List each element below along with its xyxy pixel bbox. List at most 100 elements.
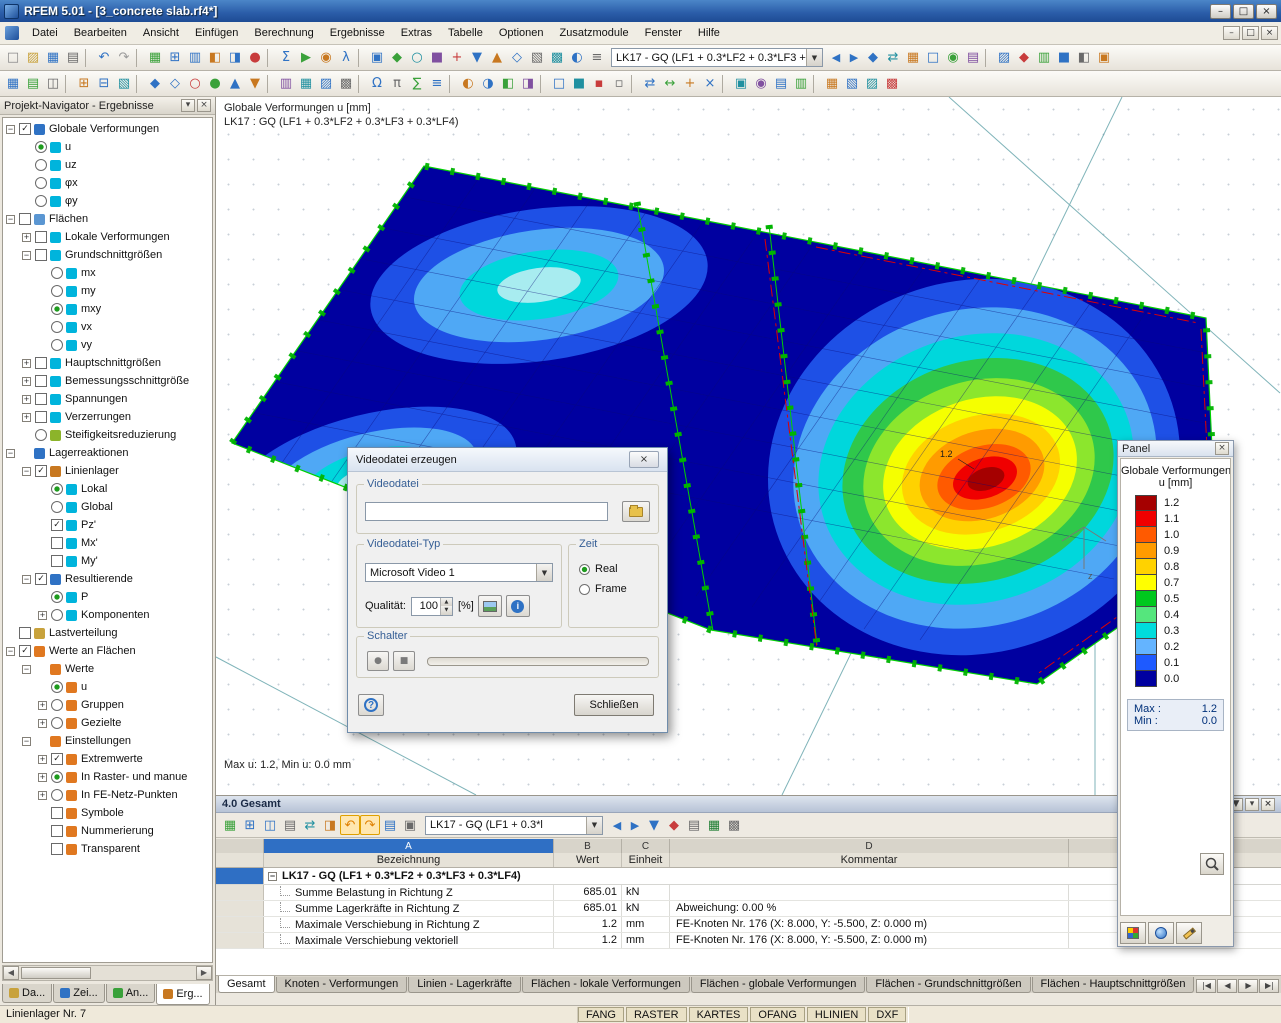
- toolbar-icon[interactable]: ▥: [185, 48, 205, 68]
- toolbar-icon[interactable]: ◆: [145, 74, 165, 94]
- tree-item[interactable]: − ✓ Linienlager: [3, 462, 212, 480]
- toolbar-icon[interactable]: ■: [1054, 48, 1074, 68]
- browse-button[interactable]: [622, 501, 650, 522]
- combo-dropdown-icon[interactable]: ▼: [586, 817, 602, 834]
- tree-item[interactable]: + Komponenten: [3, 606, 212, 624]
- tree-item[interactable]: Steifigkeitsreduzierung: [3, 426, 212, 444]
- tree-item[interactable]: + Gruppen: [3, 696, 212, 714]
- expander-icon[interactable]: +: [22, 377, 31, 386]
- toolbar-icon[interactable]: [813, 75, 820, 93]
- tree-item[interactable]: − ✓ Globale Verformungen: [3, 120, 212, 138]
- results-tab[interactable]: Knoten - Verformungen: [276, 977, 408, 993]
- scroll-right-icon[interactable]: ▶: [196, 966, 212, 980]
- tree-item[interactable]: + Spannungen: [3, 390, 212, 408]
- tree-item[interactable]: u: [3, 678, 212, 696]
- tree-checkbox[interactable]: [51, 303, 63, 315]
- expander-icon[interactable]: [22, 179, 31, 188]
- menu-item[interactable]: Extras: [393, 23, 440, 43]
- toolbar-icon[interactable]: ▤: [684, 815, 704, 835]
- results-pin-icon[interactable]: ▾: [1245, 798, 1259, 811]
- navigator-tab[interactable]: An...: [106, 984, 156, 1003]
- tree-checkbox[interactable]: [51, 591, 63, 603]
- toolbar-icon[interactable]: ▣: [367, 48, 387, 68]
- tree-item[interactable]: − Lagerreaktionen: [3, 444, 212, 462]
- scroll-left-icon[interactable]: ◀: [3, 966, 19, 980]
- toolbar-icon[interactable]: ▩: [724, 815, 744, 835]
- menu-item[interactable]: Datei: [24, 23, 66, 43]
- results-tab[interactable]: Flächen - globale Verformungen: [691, 977, 866, 993]
- row-header-selected[interactable]: [216, 868, 264, 884]
- toolbar-icon[interactable]: Ω: [367, 74, 387, 94]
- toolbar-icon[interactable]: ↶: [340, 815, 360, 835]
- tree-item[interactable]: My': [3, 552, 212, 570]
- combo-dropdown-icon[interactable]: ▼: [536, 564, 552, 581]
- tree-checkbox[interactable]: ✓: [51, 519, 63, 531]
- prev-table-icon[interactable]: ◀: [608, 816, 626, 834]
- tree-item[interactable]: − Einstellungen: [3, 732, 212, 750]
- toolbar-icon[interactable]: ▨: [862, 74, 882, 94]
- expander-icon[interactable]: −: [22, 251, 31, 260]
- toolbar-icon[interactable]: ▦: [145, 48, 165, 68]
- status-toggle[interactable]: KARTES: [689, 1007, 749, 1022]
- menu-item[interactable]: Optionen: [491, 23, 552, 43]
- codec-info-button[interactable]: i: [506, 595, 530, 617]
- toolbar-icon[interactable]: ◧: [1074, 48, 1094, 68]
- toolbar-icon[interactable]: ▲: [487, 48, 507, 68]
- minimize-button[interactable]: –: [1210, 4, 1231, 19]
- row-header[interactable]: [216, 885, 264, 900]
- combo-dropdown-icon[interactable]: ▼: [806, 49, 822, 66]
- toolbar-icon[interactable]: ⊞: [240, 815, 260, 835]
- quality-stepper[interactable]: 100 ▲ ▼: [411, 597, 453, 616]
- prev-tab-icon[interactable]: ◀: [1217, 979, 1237, 993]
- toolbar-icon[interactable]: [136, 49, 143, 67]
- toolbar-icon[interactable]: ∑: [407, 74, 427, 94]
- expander-icon[interactable]: −: [22, 737, 31, 746]
- status-toggle[interactable]: RASTER: [626, 1007, 687, 1022]
- video-file-input[interactable]: [365, 502, 608, 521]
- toolbar-icon[interactable]: ◐: [458, 74, 478, 94]
- toolbar-icon[interactable]: ▦: [220, 815, 240, 835]
- tree-item[interactable]: + Verzerrungen: [3, 408, 212, 426]
- tree-item[interactable]: Transparent: [3, 840, 212, 858]
- expander-icon[interactable]: +: [38, 755, 47, 764]
- expander-icon[interactable]: [38, 827, 47, 836]
- panel-zoom-button[interactable]: [1200, 853, 1224, 875]
- toolbar-icon[interactable]: ▤: [280, 815, 300, 835]
- expander-icon[interactable]: −: [22, 575, 31, 584]
- expander-icon[interactable]: [38, 557, 47, 566]
- spin-up-icon[interactable]: ▲: [441, 598, 452, 607]
- expander-icon[interactable]: [38, 593, 47, 602]
- toolbar-icon[interactable]: ⇄: [640, 74, 660, 94]
- tree-checkbox[interactable]: [51, 681, 63, 693]
- menu-item[interactable]: Ansicht: [135, 23, 187, 43]
- expander-icon[interactable]: [38, 485, 47, 494]
- panel-close-icon[interactable]: ×: [1215, 442, 1229, 455]
- toolbar-icon[interactable]: ▦: [43, 48, 63, 68]
- tree-item[interactable]: − ✓ Werte an Flächen: [3, 642, 212, 660]
- tree-checkbox[interactable]: [51, 789, 63, 801]
- tree-item[interactable]: + ✓ Extremwerte: [3, 750, 212, 768]
- dialog-title-bar[interactable]: Videodatei erzeugen ×: [348, 448, 667, 472]
- tree-checkbox[interactable]: ✓: [35, 573, 47, 585]
- toolbar-icon[interactable]: ▣: [1094, 48, 1114, 68]
- dialog-close-icon[interactable]: ×: [629, 451, 659, 468]
- expander-icon[interactable]: [38, 287, 47, 296]
- expander-icon[interactable]: −: [6, 449, 15, 458]
- toolbar-icon[interactable]: [267, 75, 274, 93]
- real-radio-row[interactable]: Real: [579, 563, 618, 575]
- tree-item[interactable]: Nummerierung: [3, 822, 212, 840]
- filter-tab-button[interactable]: [1176, 922, 1202, 944]
- toolbar-icon[interactable]: ▫: [609, 74, 629, 94]
- toolbar-icon[interactable]: ↔: [660, 74, 680, 94]
- tree-checkbox[interactable]: [35, 159, 47, 171]
- expander-icon[interactable]: [38, 683, 47, 692]
- toolbar-icon[interactable]: ⊟: [94, 74, 114, 94]
- toolbar-icon[interactable]: ○: [407, 48, 427, 68]
- results-tab[interactable]: Flächen - Grundschnittgrößen: [866, 977, 1030, 993]
- tree-checkbox[interactable]: [35, 195, 47, 207]
- toolbar-icon[interactable]: [136, 75, 143, 93]
- tree-checkbox[interactable]: [51, 843, 63, 855]
- menu-item[interactable]: Fenster: [637, 23, 690, 43]
- toolbar-icon[interactable]: ◧: [498, 74, 518, 94]
- pin-icon[interactable]: ▾: [181, 99, 195, 112]
